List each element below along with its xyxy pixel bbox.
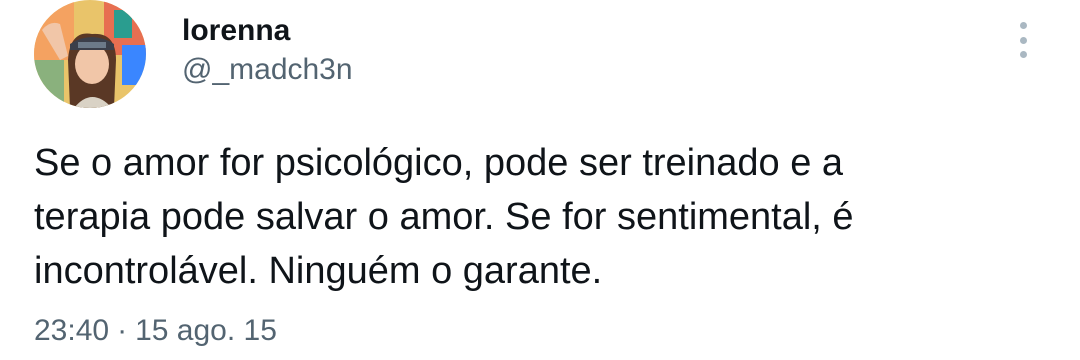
display-name[interactable]: lorenna <box>182 14 290 48</box>
more-vertical-icon-dot <box>1019 36 1027 44</box>
more-vertical-icon <box>1019 22 1027 29</box>
avatar[interactable] <box>34 0 146 108</box>
tweet-text-line: Se o amor for psicológico, pode ser trei… <box>34 142 844 184</box>
tweet-date[interactable]: 15 ago. 15 <box>135 314 277 347</box>
profile-photo <box>34 0 146 108</box>
tweet-meta: 23:40 · 15 ago. 15 <box>34 314 277 348</box>
more-options-button[interactable] <box>1008 18 1038 62</box>
username-handle[interactable]: @_madch3n <box>182 53 353 87</box>
more-vertical-icon-dot <box>1019 51 1027 58</box>
meta-separator: · <box>117 314 128 347</box>
tweet-text-line: terapia pode salvar o amor. Se for senti… <box>34 196 854 238</box>
tweet-card: lorenna @_madch3n Se o amor for psicológ… <box>0 0 1080 360</box>
tweet-text: Se o amor for psicológico, pode ser trei… <box>34 136 1034 298</box>
tweet-time[interactable]: 23:40 <box>34 314 109 347</box>
tweet-text-line: incontrolável. Ninguém o garante. <box>34 250 603 292</box>
